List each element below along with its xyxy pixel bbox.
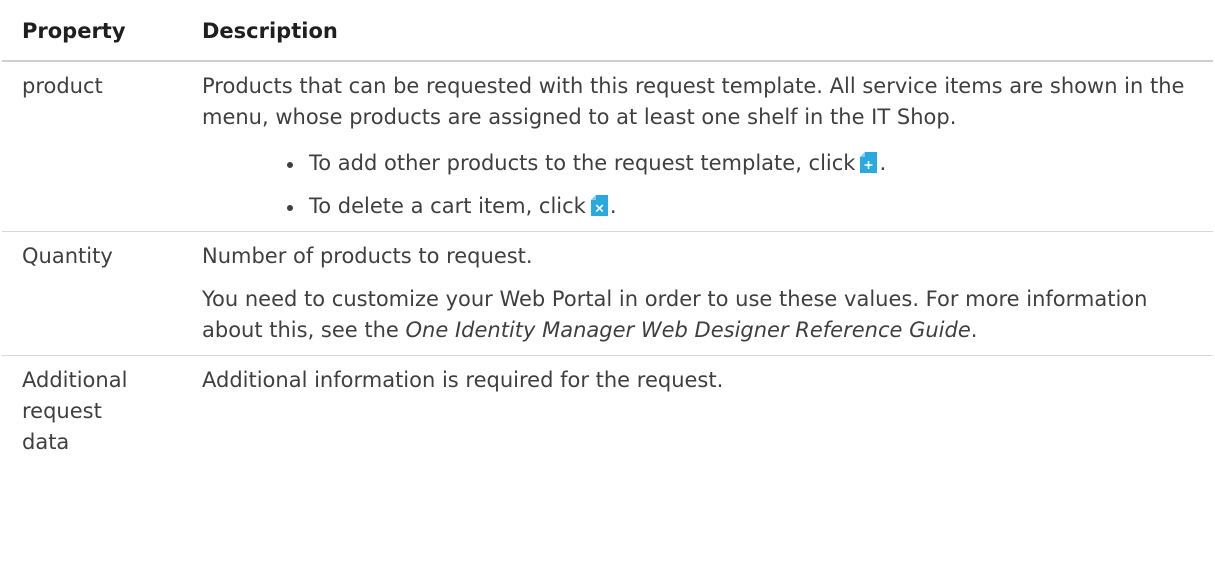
list-item-text: To add other products to the request tem… (309, 151, 856, 175)
property-name: Additional request data (2, 356, 182, 468)
list-item-suffix: . (879, 151, 887, 175)
table-row-additional-request-data: Additional request data Additional infor… (2, 356, 1213, 468)
property-table: Property Description product Products th… (2, 0, 1213, 467)
property-name-line: data (22, 430, 70, 454)
table-header-row: Property Description (2, 0, 1213, 62)
description-text: Number of products to request. (202, 244, 533, 268)
property-name-line: Additional (22, 368, 128, 392)
property-name: product (2, 61, 182, 232)
description-note: You need to customize your Web Portal in… (202, 284, 1187, 346)
property-name: Quantity (2, 231, 182, 356)
table-row-quantity: Quantity Number of products to request. … (2, 231, 1213, 356)
list-item: To add other products to the request tem… (284, 148, 1187, 179)
property-description: Number of products to request. You need … (182, 231, 1213, 356)
guide-reference: One Identity Manager Web Designer Refere… (405, 318, 971, 342)
property-description: Products that can be requested with this… (182, 61, 1213, 232)
property-description: Additional information is required for t… (182, 356, 1213, 468)
add-file-icon (860, 152, 878, 173)
header-description: Description (182, 0, 1213, 62)
list-item-suffix: . (609, 194, 617, 218)
delete-file-icon (590, 195, 608, 216)
table-row-product: product Products that can be requested w… (2, 61, 1213, 232)
description-text: Additional information is required for t… (202, 368, 724, 392)
property-name-line: request (22, 399, 102, 423)
list-item: To delete a cart item, click. (284, 191, 1187, 222)
description-text: Products that can be requested with this… (202, 74, 1185, 129)
instruction-list: To add other products to the request tem… (202, 148, 1187, 222)
header-property: Property (2, 0, 182, 62)
note-suffix: . (970, 318, 978, 342)
list-item-text: To delete a cart item, click (309, 194, 586, 218)
